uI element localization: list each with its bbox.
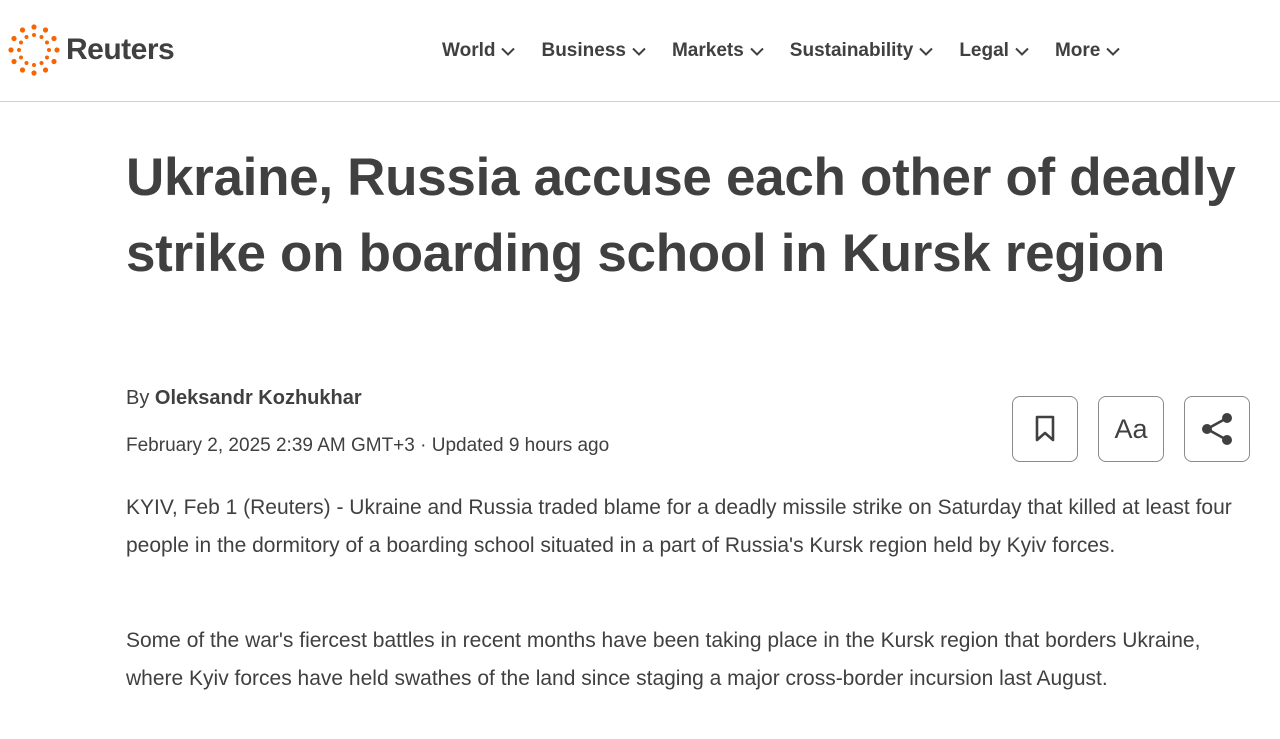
article-headline: Ukraine, Russia accuse each other of dea… bbox=[126, 148, 1236, 283]
nav-item-label: World bbox=[442, 40, 496, 61]
text-size-label: Aa bbox=[1114, 413, 1148, 444]
share-icon bbox=[1202, 413, 1232, 445]
chevron-down-icon bbox=[919, 47, 934, 56]
nav-item-label: Legal bbox=[959, 40, 1009, 61]
nav-item-label: Markets bbox=[671, 40, 744, 61]
nav-item-label: Sustainability bbox=[789, 40, 914, 61]
reuters-logo[interactable]: Reuters bbox=[8, 24, 175, 76]
reuters-logo-text: Reuters bbox=[66, 33, 175, 66]
nav-item-legal[interactable]: Legal bbox=[959, 38, 1029, 64]
article-dateline: February 2, 2025 2:39 AM GMT+3 · Updated… bbox=[126, 435, 610, 456]
reuters-logo-icon bbox=[8, 24, 60, 76]
nav-item-markets[interactable]: Markets bbox=[672, 38, 764, 64]
byline: By Oleksandr Kozhukhar bbox=[126, 387, 362, 410]
text-size-button[interactable]: Aa bbox=[1098, 396, 1164, 462]
chevron-down-icon bbox=[501, 47, 516, 56]
nav-item-business[interactable]: Business bbox=[541, 38, 646, 64]
author-link[interactable]: Oleksandr Kozhukhar bbox=[155, 387, 362, 409]
share-button[interactable] bbox=[1184, 396, 1250, 462]
bookmark-icon bbox=[1035, 415, 1055, 442]
nav-item-world[interactable]: World bbox=[442, 38, 516, 64]
main-nav: World Business Markets Sustainability Le… bbox=[442, 38, 1146, 64]
nav-item-sustainability[interactable]: Sustainability bbox=[790, 38, 934, 64]
nav-item-label: Business bbox=[541, 40, 626, 61]
bookmark-button[interactable] bbox=[1012, 396, 1078, 462]
site-header: Reuters World Business Markets Sustainab… bbox=[0, 0, 1280, 102]
byline-prefix: By bbox=[126, 387, 155, 409]
nav-item-more[interactable]: More bbox=[1054, 38, 1121, 64]
chevron-down-icon bbox=[750, 47, 764, 56]
chevron-down-icon bbox=[1015, 47, 1029, 56]
chevron-down-icon bbox=[1106, 47, 1121, 56]
nav-item-label: More bbox=[1054, 40, 1101, 61]
article-paragraph: Some of the war's fiercest battles in re… bbox=[126, 629, 1201, 690]
chevron-down-icon bbox=[632, 47, 646, 56]
article-paragraph: KYIV, Feb 1 (Reuters) - Ukraine and Russ… bbox=[126, 496, 1232, 557]
